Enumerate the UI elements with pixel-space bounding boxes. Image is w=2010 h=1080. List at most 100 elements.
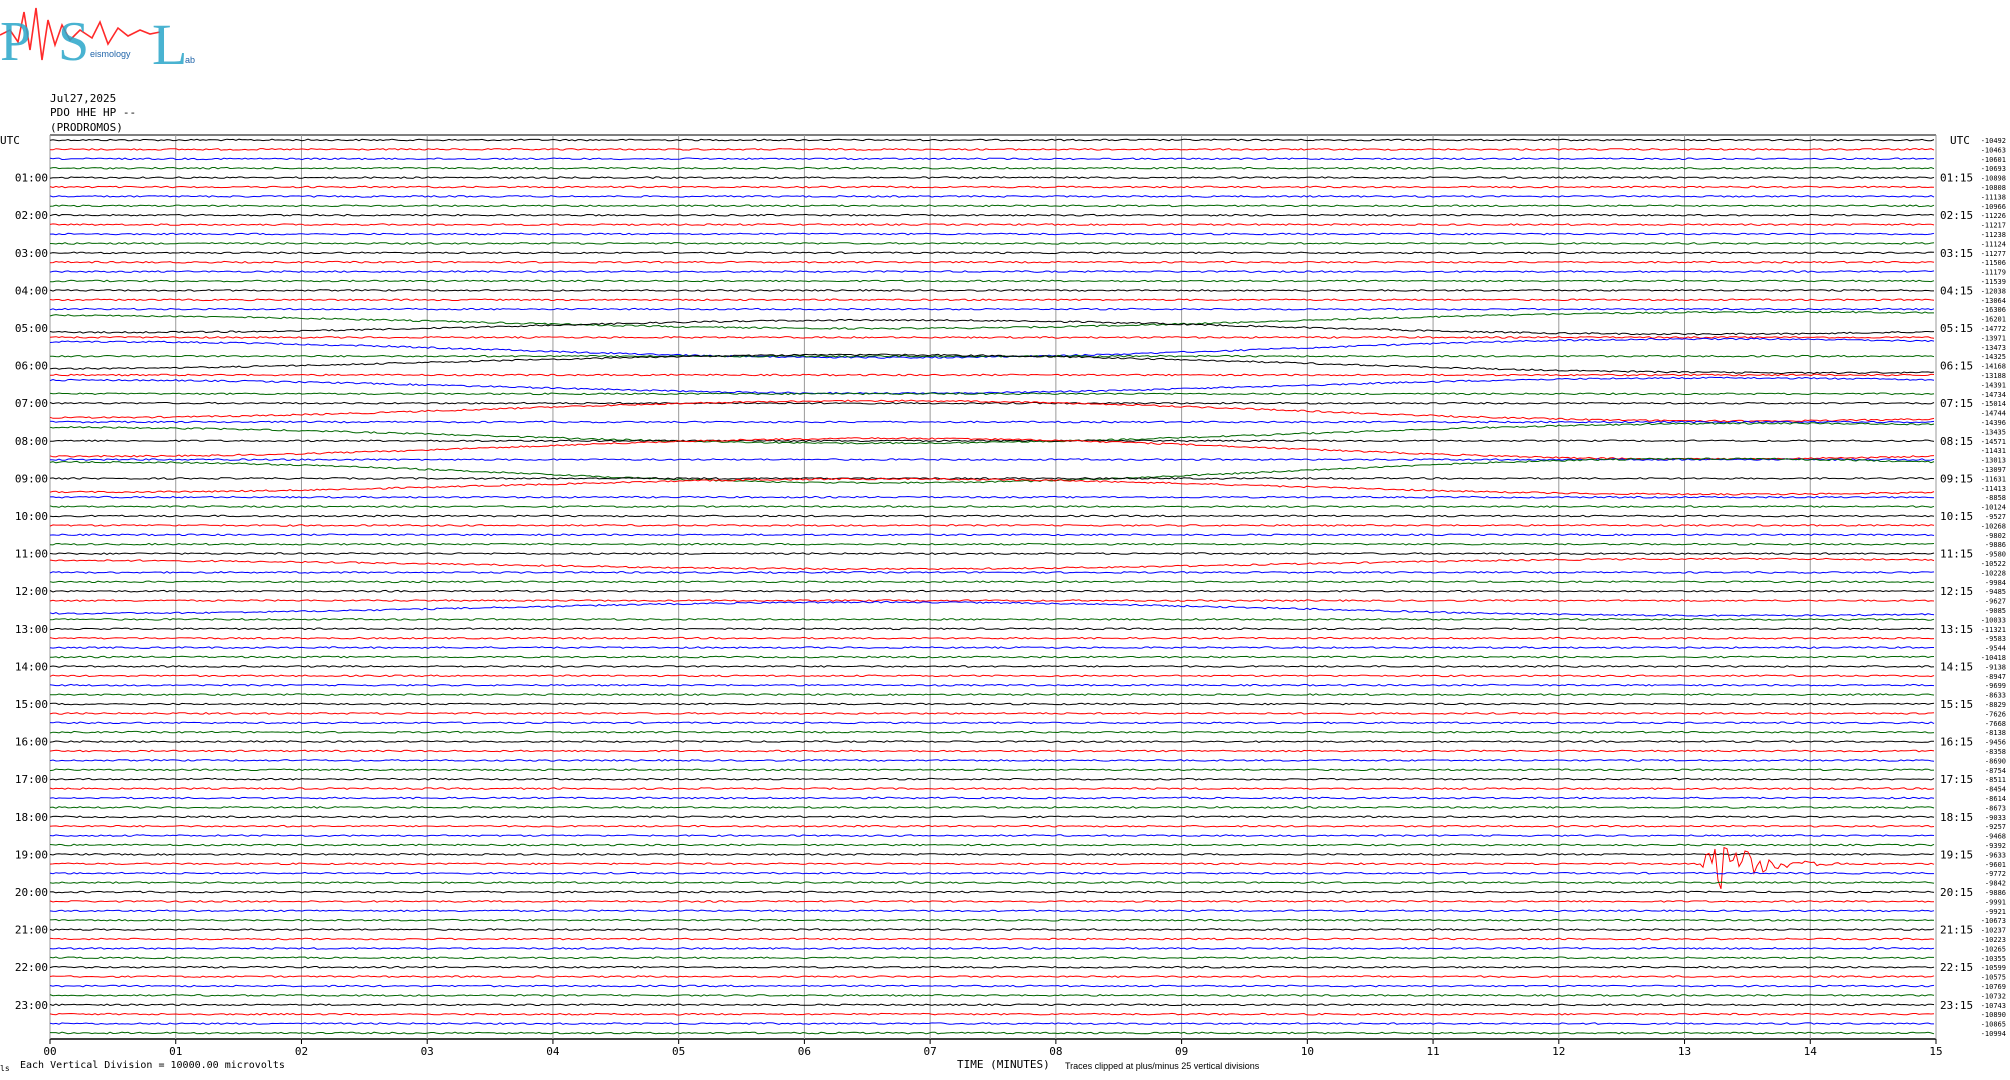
trace-offset-label: -14168 [1981, 363, 2006, 371]
trace-offset-label: -10743 [1981, 1002, 2006, 1010]
hour-label-right: 09:15 [1940, 472, 1973, 485]
trace-offset-label: -11277 [1981, 250, 2006, 258]
trace-offset-label: -13188 [1981, 372, 2006, 380]
trace-offset-label: -11631 [1981, 475, 2006, 483]
hour-label-left: 06:00 [15, 360, 48, 373]
trace-offset-label: -8690 [1985, 757, 2006, 765]
hour-label-right: 17:15 [1940, 773, 1973, 786]
trace-line [49, 1012, 1935, 1016]
trace-offset-label: -10237 [1981, 927, 2006, 935]
clip-note: Traces clipped at plus/minus 25 vertical… [1065, 1061, 1260, 1071]
trace-line [49, 242, 1935, 245]
trace-line [49, 975, 1935, 978]
trace-line [50, 148, 1935, 151]
trace-offset-label: -7626 [1985, 710, 2006, 718]
trace-line [49, 721, 1935, 725]
trace-line [49, 947, 1935, 950]
hour-label-left: 18:00 [15, 811, 48, 824]
trace-offset-label: -10124 [1981, 504, 2006, 512]
trace-line [49, 401, 1935, 405]
trace-line [49, 806, 1935, 809]
trace-offset-label: -8358 [1985, 748, 2006, 756]
trace-offset-label: -14325 [1981, 353, 2006, 361]
hour-label-right: 14:15 [1940, 660, 1973, 673]
trace-offset-label: -9085 [1985, 607, 2006, 615]
trace-offset-label: -10769 [1981, 983, 2006, 991]
hour-label-left: 15:00 [15, 698, 48, 711]
trace-offset-label: -11539 [1981, 278, 2006, 286]
trace-offset-label: -9138 [1985, 663, 2006, 671]
trace-offset-label: -11413 [1981, 485, 2006, 493]
trace-offset-label: -9257 [1985, 823, 2006, 831]
trace-offset-label: -9772 [1985, 870, 2006, 878]
trace-line [49, 376, 1935, 395]
trace-offset-label: -16306 [1981, 306, 2006, 314]
utc-left-label: UTC [0, 134, 20, 147]
trace-offset-label: -11179 [1981, 269, 2006, 277]
trace-offset-label: -10522 [1981, 560, 2006, 568]
trace-line [49, 787, 1935, 790]
trace-offset-label: -11226 [1981, 212, 2006, 220]
trace-offset-label: -16201 [1981, 316, 2006, 324]
trace-line [49, 542, 1935, 546]
trace-line [49, 843, 1935, 847]
trace-line [49, 589, 1935, 593]
trace-line [49, 524, 1935, 527]
trace-line [49, 552, 1935, 555]
x-tick-label: 14 [1804, 1045, 1818, 1058]
trace-line [49, 881, 1935, 884]
trace-offset-label: -9485 [1985, 588, 2006, 596]
trace-line [49, 251, 1935, 255]
trace-offset-label: -8138 [1985, 729, 2006, 737]
x-axis-title: TIME (MINUTES) [957, 1058, 1050, 1071]
trace-line [49, 599, 1935, 602]
hour-label-right: 05:15 [1940, 322, 1973, 335]
trace-line [49, 796, 1935, 800]
x-tick-label: 10 [1301, 1045, 1314, 1058]
utc-right-label: UTC [1950, 134, 1970, 147]
hour-label-right: 06:15 [1940, 360, 1973, 373]
trace-line [49, 307, 1935, 311]
trace-line [49, 260, 1935, 264]
trace-offset-label: -10223 [1981, 936, 2006, 944]
trace-line [49, 298, 1935, 302]
trace-offset-label: -8454 [1985, 786, 2006, 794]
hour-label-right: 04:15 [1940, 284, 1973, 297]
trace-line [49, 557, 1935, 571]
trace-line [49, 956, 1934, 960]
trace-offset-label: -9468 [1985, 833, 2006, 841]
hour-label-left: 22:00 [15, 961, 48, 974]
hour-label-left: 08:00 [15, 435, 48, 448]
x-tick-label: 05 [672, 1045, 685, 1058]
trace-line [49, 514, 1935, 518]
trace-line [49, 909, 1935, 913]
hour-label-left: 03:00 [15, 247, 48, 260]
trace-offset-label: -9699 [1985, 682, 2006, 690]
trace-line [49, 1003, 1935, 1007]
trace-offset-label: -9033 [1985, 814, 2006, 822]
hour-label-right: 18:15 [1940, 811, 1973, 824]
hour-label-right: 10:15 [1940, 510, 1973, 523]
hour-label-left: 19:00 [15, 848, 48, 861]
trace-offset-label: -9456 [1985, 739, 2006, 747]
trace-line [49, 759, 1935, 762]
trace-offset-label: -10418 [1981, 654, 2006, 662]
trace-offset-label: -10808 [1981, 184, 2006, 192]
trace-offset-label: -14396 [1981, 419, 2006, 427]
trace-line [49, 204, 1935, 208]
helicorder-chart: 00 01 02 03 04 05 06 07 08 09 10 11 12 13 14 15 UTC UTC 01… [0, 134, 2006, 1058]
trace-offset-label: -9627 [1985, 598, 2006, 606]
trace-offset-label: -10994 [1981, 1030, 2006, 1038]
x-tick-label: 01 [169, 1045, 182, 1058]
hour-label-right: 21:15 [1940, 924, 1973, 937]
trace-line [49, 683, 1935, 687]
hour-label-left: 23:00 [15, 999, 48, 1012]
trace-offset-label: -10575 [1981, 974, 2006, 982]
trace-line [49, 636, 1935, 640]
trace-offset-label: -9984 [1985, 579, 2006, 587]
trace-offset-label: -11217 [1981, 222, 2006, 230]
trace-offset-label: -10601 [1981, 156, 2006, 164]
trace-offset-label: -10355 [1981, 955, 2006, 963]
trace-offset-label: -11138 [1981, 193, 2006, 201]
hour-label-right: 16:15 [1940, 736, 1973, 749]
